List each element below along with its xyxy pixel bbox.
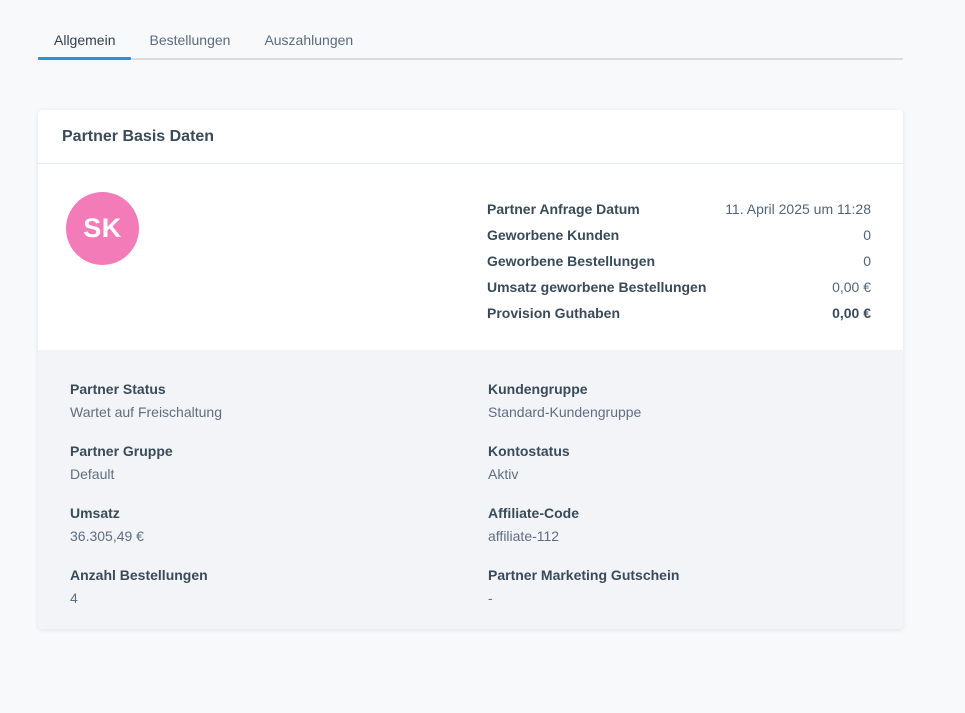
- stat-row: Geworbene Bestellungen 0: [487, 248, 871, 274]
- stat-label: Umsatz geworbene Bestellungen: [487, 274, 706, 300]
- stat-label: Geworbene Bestellungen: [487, 248, 655, 274]
- detail-partner-gruppe: Partner Gruppe Default: [70, 442, 488, 483]
- tab-bestellungen[interactable]: Bestellungen: [133, 22, 246, 58]
- detail-value: Standard-Kundengruppe: [488, 403, 871, 421]
- detail-affiliate-code: Affiliate-Code affiliate-112: [488, 504, 871, 545]
- detail-label: Umsatz: [70, 504, 488, 522]
- detail-partner-status: Partner Status Wartet auf Freischaltung: [70, 380, 488, 421]
- card-body: SK Partner Anfrage Datum 11. April 2025 …: [38, 164, 903, 350]
- detail-anzahl-bestellungen: Anzahl Bestellungen 4: [70, 566, 488, 607]
- detail-label: Kontostatus: [488, 442, 871, 460]
- stat-label: Partner Anfrage Datum: [487, 196, 640, 222]
- detail-value: Default: [70, 465, 488, 483]
- stat-value: 0: [863, 248, 871, 274]
- detail-partner-marketing-gutschein: Partner Marketing Gutschein -: [488, 566, 871, 607]
- partner-basis-daten-card: Partner Basis Daten SK Partner Anfrage D…: [38, 110, 903, 629]
- detail-label: Partner Gruppe: [70, 442, 488, 460]
- stat-row: Geworbene Kunden 0: [487, 222, 871, 248]
- detail-label: Partner Marketing Gutschein: [488, 566, 871, 584]
- detail-label: Partner Status: [70, 380, 488, 398]
- details-section: Partner Status Wartet auf Freischaltung …: [38, 350, 903, 629]
- stat-value: 11. April 2025 um 11:28: [725, 196, 871, 222]
- detail-label: Anzahl Bestellungen: [70, 566, 488, 584]
- detail-label: Affiliate-Code: [488, 504, 871, 522]
- stat-value: 0,00 €: [832, 300, 871, 326]
- detail-value: affiliate-112: [488, 527, 871, 545]
- stat-row: Umsatz geworbene Bestellungen 0,00 €: [487, 274, 871, 300]
- tab-auszahlungen[interactable]: Auszahlungen: [248, 22, 369, 58]
- avatar: SK: [66, 192, 139, 265]
- stat-row: Partner Anfrage Datum 11. April 2025 um …: [487, 196, 871, 222]
- detail-value: 36.305,49 €: [70, 527, 488, 545]
- detail-value: 4: [70, 589, 488, 607]
- card-header: Partner Basis Daten: [38, 110, 903, 164]
- stat-value: 0,00 €: [832, 274, 871, 300]
- tab-bar: Allgemein Bestellungen Auszahlungen: [38, 22, 903, 60]
- detail-kundengruppe: Kundengruppe Standard-Kundengruppe: [488, 380, 871, 421]
- stat-label: Provision Guthaben: [487, 300, 620, 326]
- detail-value: Aktiv: [488, 465, 871, 483]
- stat-label: Geworbene Kunden: [487, 222, 619, 248]
- card-title: Partner Basis Daten: [62, 128, 214, 146]
- stat-row: Provision Guthaben 0,00 €: [487, 300, 871, 326]
- detail-kontostatus: Kontostatus Aktiv: [488, 442, 871, 483]
- detail-label: Kundengruppe: [488, 380, 871, 398]
- detail-value: -: [488, 589, 871, 607]
- detail-value: Wartet auf Freischaltung: [70, 403, 488, 421]
- stats-list: Partner Anfrage Datum 11. April 2025 um …: [487, 196, 871, 350]
- stat-value: 0: [863, 222, 871, 248]
- detail-umsatz: Umsatz 36.305,49 €: [70, 504, 488, 545]
- tab-allgemein[interactable]: Allgemein: [38, 22, 131, 58]
